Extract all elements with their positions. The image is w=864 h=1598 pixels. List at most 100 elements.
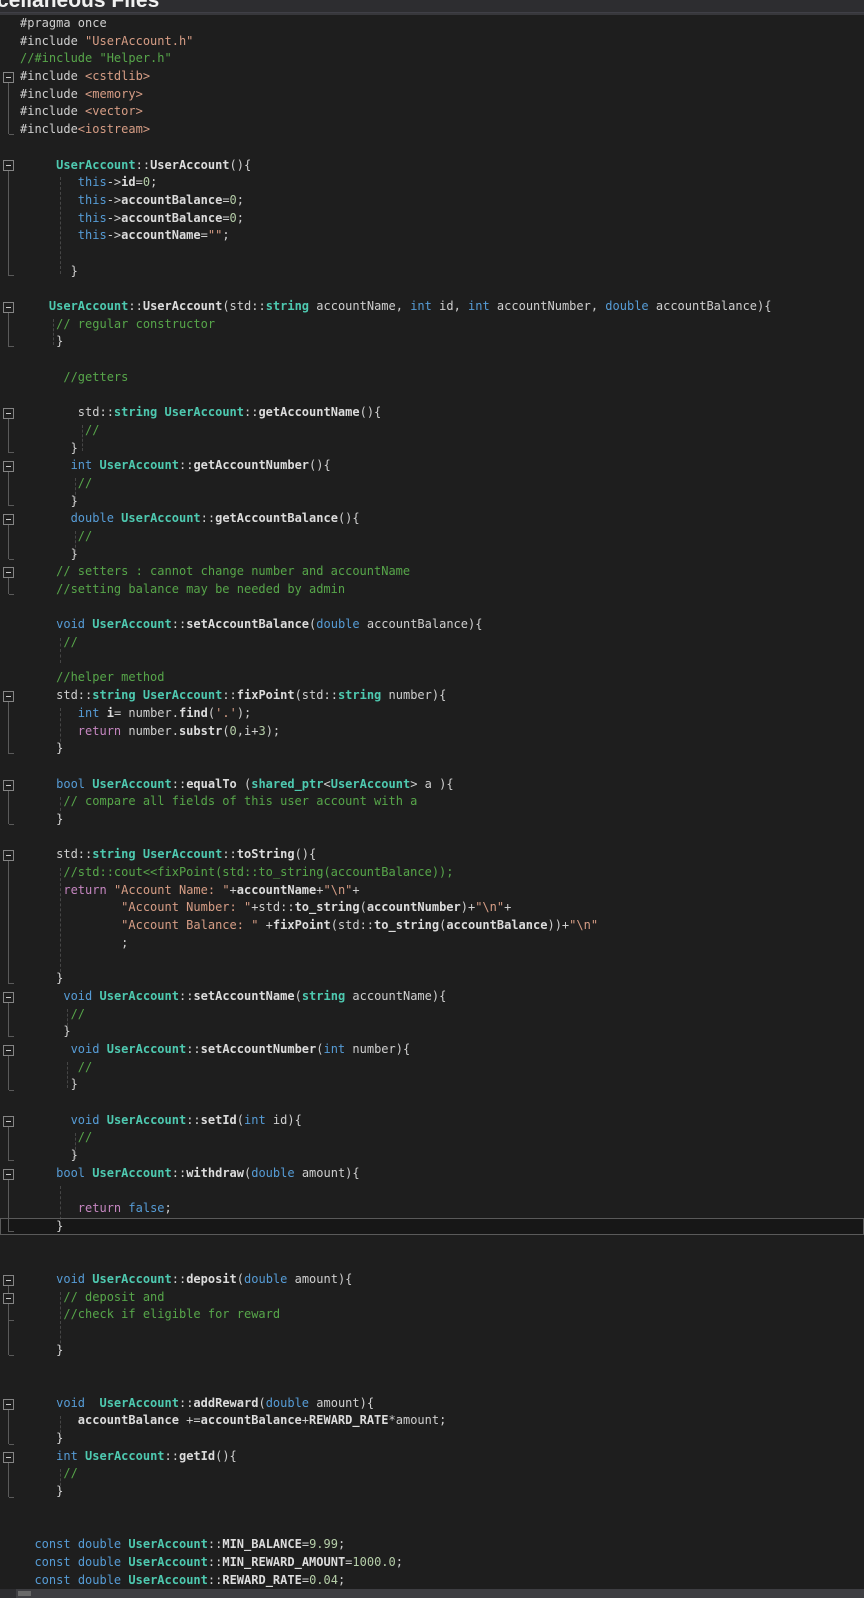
code-token: #include bbox=[20, 69, 86, 84]
code-token: } bbox=[70, 1077, 78, 1092]
fold-collapse-button[interactable] bbox=[3, 407, 14, 419]
code-token: void bbox=[56, 617, 86, 632]
fold-collapse-button[interactable] bbox=[3, 301, 14, 313]
code-token: :: bbox=[186, 1112, 201, 1127]
fold-collapse-button[interactable] bbox=[3, 1115, 14, 1127]
code-token: addReward bbox=[193, 1395, 259, 1410]
code-token: // bbox=[70, 1006, 86, 1021]
code-token: UserAccount bbox=[106, 1041, 187, 1056]
fold-collapse-button[interactable] bbox=[3, 461, 14, 472]
code-token: UserAccount bbox=[142, 688, 223, 703]
fold-bracket-tick bbox=[9, 1355, 14, 1356]
fold-collapse-button[interactable] bbox=[3, 1399, 14, 1411]
code-line: } bbox=[0, 333, 864, 351]
code-token: amount){ bbox=[309, 1395, 375, 1410]
fold-collapse-button[interactable] bbox=[3, 1045, 14, 1057]
code-token: return bbox=[77, 1201, 122, 1216]
document-tab-bar[interactable]: Miscellaneous Files bbox=[0, 0, 864, 13]
code-token: #pragma once bbox=[20, 16, 107, 30]
code-token: } bbox=[70, 1148, 78, 1162]
fold-collapse-button[interactable] bbox=[3, 992, 14, 1003]
fold-collapse-button[interactable] bbox=[3, 691, 14, 703]
code-token: // setters : cannot change number and ac… bbox=[56, 564, 411, 579]
code-token: = bbox=[301, 1572, 310, 1587]
code-token: -> bbox=[106, 228, 122, 243]
code-token: UserAccount bbox=[121, 511, 201, 526]
code-token: accountName, bbox=[309, 299, 411, 313]
horizontal-scrollbar-thumb[interactable] bbox=[18, 1591, 31, 1596]
fold-collapse-button[interactable] bbox=[3, 160, 14, 172]
code-line: std::string UserAccount::fixPoint(std::s… bbox=[0, 687, 864, 705]
code-token: return bbox=[63, 882, 107, 897]
code-token: double bbox=[70, 511, 114, 526]
code-token: "\n" bbox=[475, 900, 505, 915]
code-line: //#include "Helper.h" bbox=[0, 50, 864, 68]
code-token: number){ bbox=[381, 688, 447, 703]
code-token: :: bbox=[207, 1554, 223, 1569]
code-editor[interactable]: #pragma once #include "UserAccount.h"//#i… bbox=[0, 15, 864, 1589]
code-token: "\n" bbox=[569, 918, 599, 933]
fold-bracket-line bbox=[8, 1409, 9, 1444]
code-token: + bbox=[316, 882, 324, 897]
code-token: } bbox=[56, 1218, 64, 1233]
fold-bracket-tick bbox=[9, 505, 14, 507]
fold-bracket-tick bbox=[9, 558, 14, 560]
fold-bracket-line bbox=[8, 1179, 9, 1232]
fold-bracket-tick bbox=[9, 753, 14, 755]
code-token: MIN_REWARD_AMOUNT bbox=[222, 1554, 346, 1569]
code-token: ))+ bbox=[547, 918, 570, 933]
code-token: getAccountBalance bbox=[215, 511, 338, 526]
code-line: const double UserAccount::MIN_BALANCE=9.… bbox=[0, 1536, 864, 1554]
code-token: const bbox=[34, 1554, 71, 1569]
horizontal-scrollbar[interactable] bbox=[0, 1589, 864, 1598]
code-token: )+ bbox=[460, 900, 476, 915]
code-line: } bbox=[0, 493, 864, 511]
code-token: ( bbox=[258, 1395, 266, 1410]
code-token: (){ bbox=[215, 1448, 237, 1463]
code-token: UserAccount bbox=[92, 1271, 172, 1286]
code-token: this bbox=[77, 175, 107, 190]
code-token: :: bbox=[222, 847, 237, 862]
fold-collapse-button[interactable] bbox=[3, 1452, 14, 1464]
fold-collapse-button[interactable] bbox=[3, 567, 14, 579]
code-line-current: } bbox=[0, 1217, 864, 1236]
code-token: void bbox=[56, 1271, 86, 1286]
code-token: accountBalance bbox=[446, 918, 548, 933]
fold-collapse-button[interactable] bbox=[3, 779, 14, 791]
fold-collapse-button[interactable] bbox=[3, 1275, 14, 1287]
fold-collapse-button[interactable] bbox=[3, 1292, 14, 1304]
code-token: ( bbox=[222, 723, 230, 738]
code-token: } bbox=[56, 741, 64, 756]
code-token: id, bbox=[431, 299, 469, 313]
fold-collapse-button[interactable] bbox=[3, 850, 14, 862]
code-token: :: bbox=[178, 988, 194, 1003]
code-token: #include bbox=[20, 33, 86, 48]
code-token: UserAccount bbox=[142, 299, 223, 313]
code-token: return bbox=[77, 723, 122, 738]
code-token: -> bbox=[106, 192, 122, 207]
code-token: // bbox=[77, 1059, 93, 1074]
fold-bracket-tick bbox=[9, 1160, 14, 1162]
fold-collapse-button[interactable] bbox=[3, 71, 14, 83]
code-token: (){ bbox=[337, 511, 360, 526]
code-token: std:: bbox=[56, 688, 93, 703]
fold-collapse-button[interactable] bbox=[3, 514, 14, 526]
code-token: UserAccount bbox=[99, 988, 179, 1003]
code-token: 0 bbox=[142, 175, 151, 190]
code-token: int bbox=[56, 1448, 78, 1463]
code-token: "\n" bbox=[323, 882, 353, 897]
code-token: const bbox=[34, 1537, 71, 1552]
code-token: UserAccount bbox=[142, 847, 223, 862]
code-token: ; bbox=[222, 228, 230, 243]
code-token: ; bbox=[121, 935, 129, 950]
code-line: } bbox=[0, 263, 864, 281]
code-token: ( bbox=[236, 1112, 245, 1127]
fold-collapse-button[interactable] bbox=[3, 1169, 14, 1180]
